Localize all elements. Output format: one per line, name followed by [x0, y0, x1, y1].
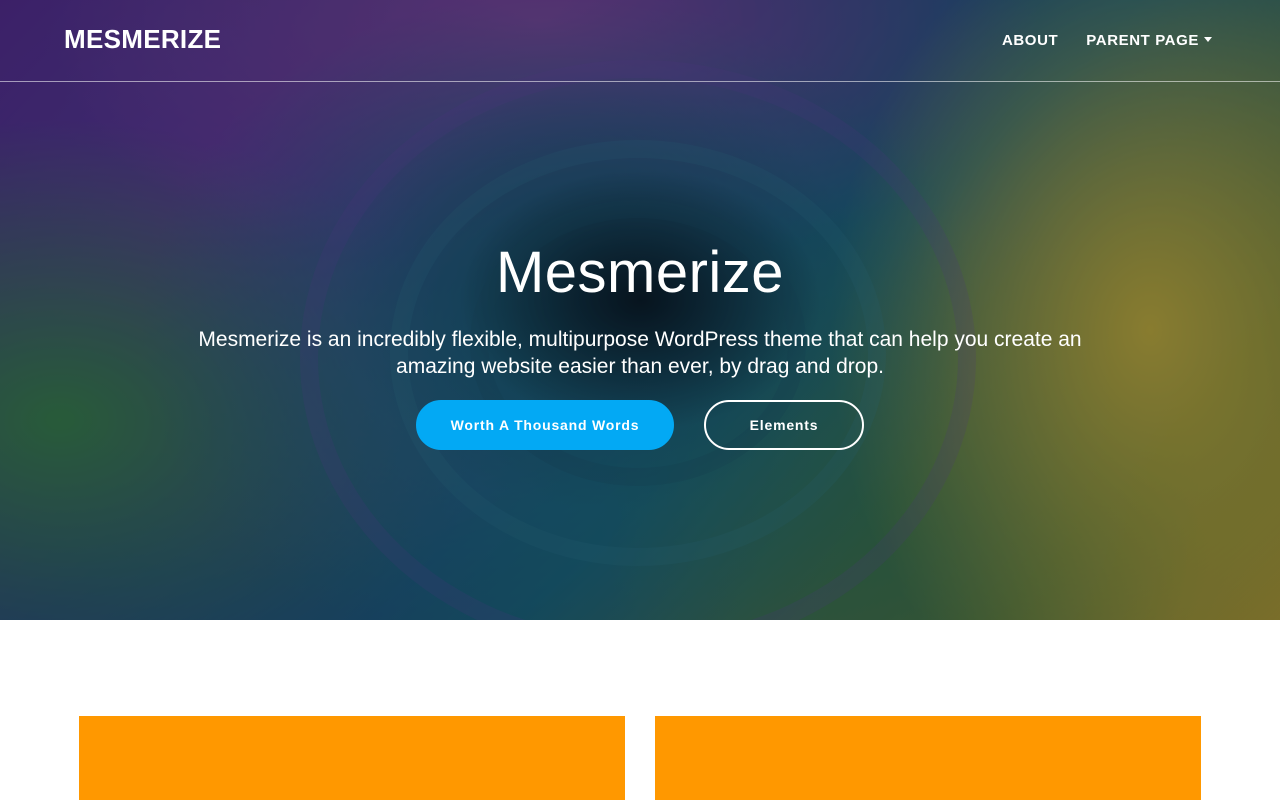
feature-card: [79, 716, 625, 800]
nav-item-label: PARENT PAGE: [1086, 32, 1199, 49]
worth-a-thousand-words-button[interactable]: Worth A Thousand Words: [416, 400, 674, 450]
top-navigation-bar: MESMERIZE ABOUT PARENT PAGE: [0, 0, 1280, 82]
site-logo[interactable]: MESMERIZE: [64, 24, 221, 55]
content-section: [0, 620, 1280, 800]
hero-buttons: Worth A Thousand Words Elements: [0, 400, 1280, 450]
hero-subtitle: Mesmerize is an incredibly flexible, mul…: [198, 328, 1082, 378]
hero-title: Mesmerize: [495, 240, 785, 305]
nav-item-about[interactable]: ABOUT: [1002, 32, 1058, 49]
feature-card: [655, 716, 1201, 800]
caret-down-icon: [1204, 37, 1212, 42]
hero-content: Mesmerize Mesmerize is an incredibly fle…: [0, 238, 1280, 450]
nav-item-label: ABOUT: [1001, 32, 1059, 49]
nav-item-parent-page[interactable]: PARENT PAGE: [1086, 32, 1212, 49]
hero-section: MESMERIZE ABOUT PARENT PAGE Mesmerize Me…: [0, 0, 1280, 620]
main-menu: ABOUT PARENT PAGE: [1002, 32, 1212, 49]
elements-button[interactable]: Elements: [704, 400, 864, 450]
